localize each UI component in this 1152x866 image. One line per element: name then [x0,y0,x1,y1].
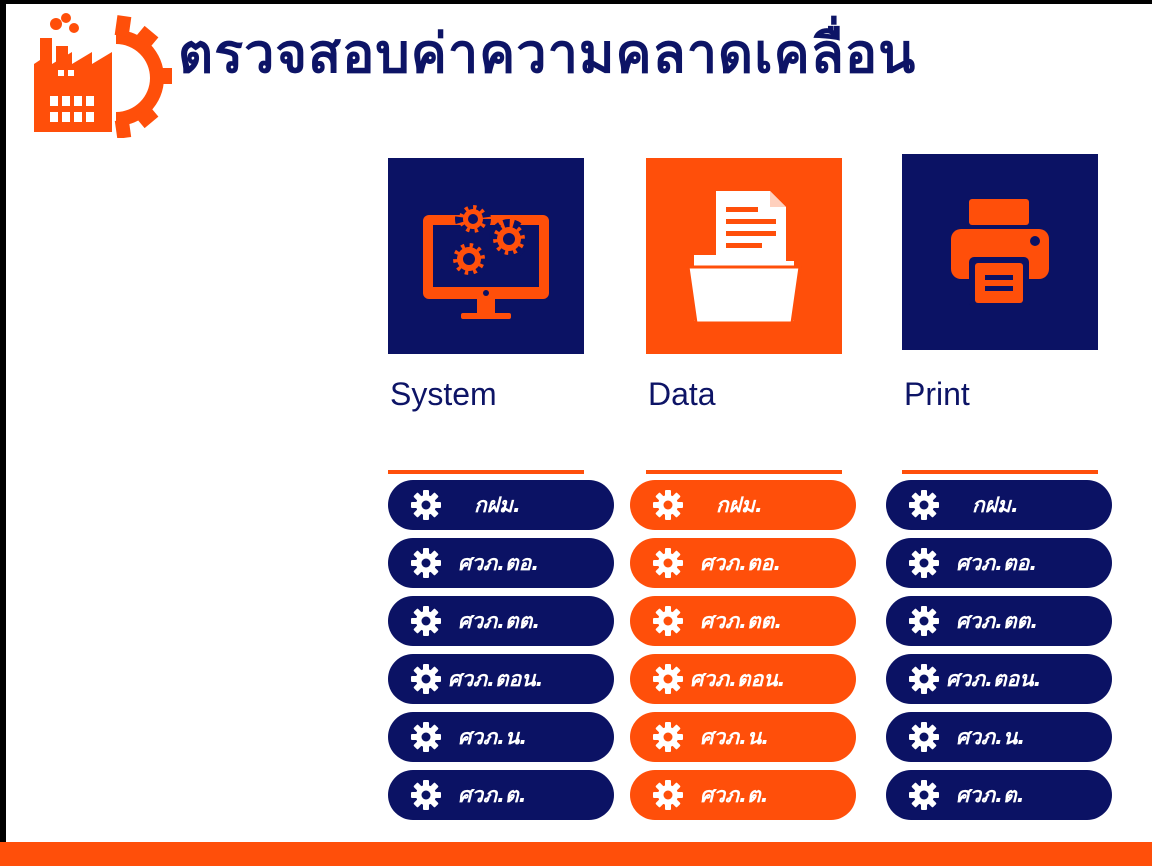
print-button-swk-tt[interactable]: ศวภ.ตต. [886,596,1112,646]
button-label: ศวภ.ตต. [700,609,783,633]
page-canvas: ตรวจสอบค่าความคลาดเคลื่อน System Data Pr… [6,4,1152,842]
system-divider [388,470,584,474]
gear-icon [410,779,442,811]
gear-icon [908,779,940,811]
folder-document-icon [686,191,802,325]
system-card[interactable] [388,158,584,354]
gear-icon [652,489,684,521]
data-label: Data [648,376,716,412]
button-label: ศวภ.ต. [458,783,527,807]
computer-gears-icon [423,201,549,319]
gear-icon [410,489,442,521]
system-button-swk-ton[interactable]: ศวภ.ตอน. [388,654,614,704]
gear-icon [908,605,940,637]
button-label: ศวภ.ตอ. [700,551,782,575]
gear-icon [908,547,940,579]
button-label: ศวภ.ตต. [458,609,541,633]
button-label: ศวภ.น. [956,725,1026,749]
bottom-accent-bar [0,842,1152,866]
print-button-swk-n[interactable]: ศวภ.น. [886,712,1112,762]
button-label: กฝม. [474,493,521,517]
data-card[interactable] [646,158,842,354]
gear-icon [410,721,442,753]
system-button-swk-n[interactable]: ศวภ.น. [388,712,614,762]
system-button-swk-tt[interactable]: ศวภ.ตต. [388,596,614,646]
print-button-swk-t[interactable]: ศวภ.ต. [886,770,1112,820]
gear-icon [652,779,684,811]
button-label: ศวภ.ตอ. [458,551,540,575]
system-button-swk-to[interactable]: ศวภ.ตอ. [388,538,614,588]
gear-icon [652,605,684,637]
button-label: ศวภ.ต. [956,783,1025,807]
system-button-swk-t[interactable]: ศวภ.ต. [388,770,614,820]
data-button-swk-to[interactable]: ศวภ.ตอ. [630,538,856,588]
gear-icon [652,663,684,695]
factory-gear-icon [34,13,172,138]
print-label: Print [904,376,970,412]
data-button-swk-tt[interactable]: ศวภ.ตต. [630,596,856,646]
button-label: ศวภ.น. [458,725,528,749]
gear-icon [908,721,940,753]
system-label: System [390,376,497,412]
system-button-kfm[interactable]: กฝม. [388,480,614,530]
gear-icon [410,547,442,579]
gear-icon [908,489,940,521]
button-label: กฝม. [972,493,1019,517]
data-button-swk-t[interactable]: ศวภ.ต. [630,770,856,820]
button-label: ศวภ.ตต. [956,609,1039,633]
button-label: ศวภ.ตอน. [448,667,544,691]
button-label: ศวภ.น. [700,725,770,749]
page-title: ตรวจสอบค่าความคลาดเคลื่อน [178,22,917,85]
data-button-swk-ton[interactable]: ศวภ.ตอน. [630,654,856,704]
button-label: กฝม. [716,493,763,517]
data-divider [646,470,842,474]
button-label: ศวภ.ตอน. [690,667,786,691]
print-button-kfm[interactable]: กฝม. [886,480,1112,530]
button-label: ศวภ.ต. [700,783,769,807]
print-card[interactable] [902,154,1098,350]
button-label: ศวภ.ตอ. [956,551,1038,575]
gear-icon [652,547,684,579]
data-button-swk-n[interactable]: ศวภ.น. [630,712,856,762]
gear-icon [652,721,684,753]
data-button-kfm[interactable]: กฝม. [630,480,856,530]
gear-icon [410,663,442,695]
gear-icon [908,663,940,695]
print-button-swk-to[interactable]: ศวภ.ตอ. [886,538,1112,588]
print-button-swk-ton[interactable]: ศวภ.ตอน. [886,654,1112,704]
gear-icon [410,605,442,637]
button-label: ศวภ.ตอน. [946,667,1042,691]
print-divider [902,470,1098,474]
printer-icon [951,199,1049,307]
